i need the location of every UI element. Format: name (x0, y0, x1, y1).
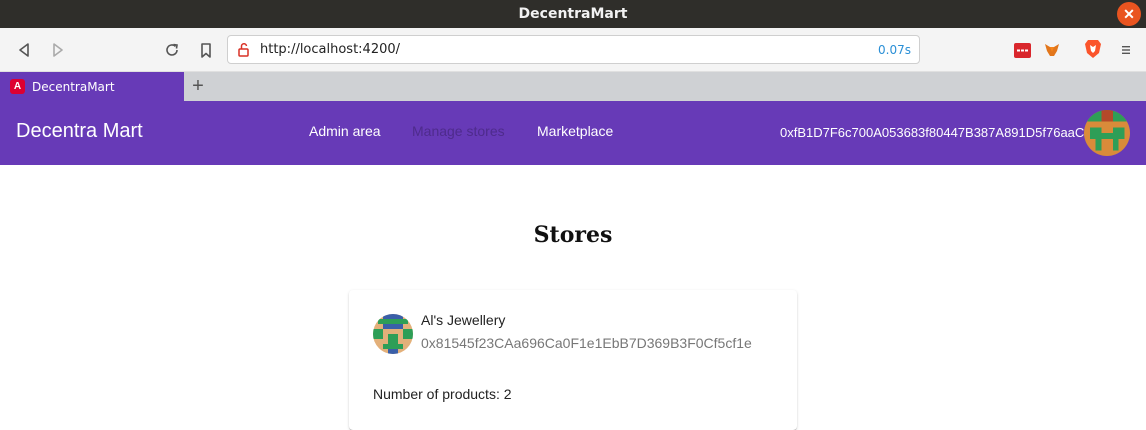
app-brand[interactable]: Decentra Mart (16, 120, 143, 143)
hamburger-menu-icon (1122, 46, 1130, 54)
bookmark-button[interactable] (194, 38, 218, 62)
extension-button[interactable] (1010, 38, 1034, 62)
brave-lion-icon (1085, 40, 1101, 58)
tab-title: DecentraMart (32, 79, 115, 94)
tab-strip: A DecentraMart + (0, 72, 1146, 101)
extension-icon (1013, 42, 1031, 58)
window-close-button[interactable]: ✕ (1117, 2, 1141, 26)
app-toolbar: Decentra Mart Admin area Manage stores M… (0, 101, 1146, 165)
store-avatar (373, 314, 413, 354)
store-name[interactable]: Al's Jewellery (421, 312, 505, 328)
close-icon: ✕ (1123, 5, 1135, 22)
nav-marketplace[interactable]: Marketplace (537, 123, 613, 139)
metamask-fox-icon (1045, 44, 1059, 56)
back-arrow-icon (19, 43, 29, 57)
account-address: 0xfB1D7F6c700A053683f80447B387A891D5f76a… (780, 125, 1085, 140)
product-count: Number of products: 2 (373, 386, 512, 402)
identicon-icon (373, 314, 413, 354)
forward-arrow-icon (53, 43, 63, 57)
load-timing: 0.07s (878, 42, 911, 57)
url-text: http://localhost:4200/ (260, 42, 401, 57)
new-tab-button[interactable]: + (188, 74, 208, 98)
bookmark-icon (201, 42, 211, 58)
angular-favicon-icon: A (10, 79, 25, 94)
identicon-icon (1084, 110, 1130, 156)
metamask-button[interactable] (1040, 38, 1064, 62)
page-title: Stores (533, 222, 613, 248)
back-button[interactable] (12, 38, 36, 62)
browser-toolbar: http://localhost:4200/ 0.07s (0, 28, 1146, 72)
account-avatar[interactable] (1084, 110, 1130, 156)
window-titlebar: DecentraMart ✕ (0, 0, 1146, 28)
nav-admin-area[interactable]: Admin area (309, 123, 381, 139)
store-address: 0x81545f23CAa696Ca0F1e1EbB7D369B3F0Cf5cf… (421, 335, 752, 351)
nav-manage-stores[interactable]: Manage stores (412, 123, 505, 139)
tab-decentramart[interactable]: A DecentraMart (0, 72, 184, 101)
brave-shields-button[interactable] (1081, 37, 1105, 61)
store-card: Al's Jewellery 0x81545f23CAa696Ca0F1e1Eb… (349, 290, 797, 430)
insecure-lock-icon (238, 43, 249, 57)
reload-button[interactable] (160, 38, 184, 62)
address-bar[interactable]: http://localhost:4200/ 0.07s (227, 35, 920, 64)
forward-button[interactable] (46, 38, 70, 62)
window-title: DecentraMart (518, 6, 628, 22)
reload-icon (166, 43, 178, 56)
menu-button[interactable] (1114, 38, 1138, 62)
